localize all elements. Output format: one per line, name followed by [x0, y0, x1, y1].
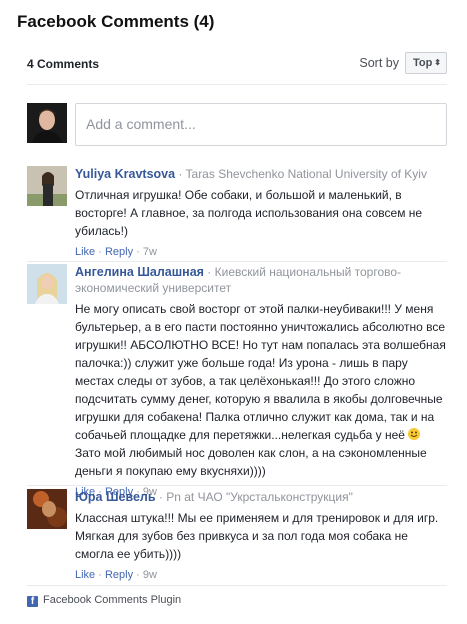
comment-author[interactable]: Ангелина Шалашная [75, 265, 204, 279]
plugin-label[interactable]: Facebook Comments Plugin [43, 594, 181, 606]
action-separator: · [133, 569, 143, 581]
sort-value: Top [413, 57, 433, 69]
comment-author[interactable]: Yuliya Kravtsova [75, 167, 175, 181]
meta-separator: · [155, 490, 167, 504]
sort-dropdown[interactable]: Top ⬍ [405, 52, 447, 74]
comment-affiliation: Taras Shevchenko National University of … [185, 167, 427, 181]
header-divider [27, 84, 447, 85]
comment-affiliation: Pn at ЧАО "Укрстальконструкция" [166, 490, 353, 504]
like-link[interactable]: Like [75, 246, 95, 258]
comment-count: 4 Comments [27, 57, 100, 71]
chevron-updown-icon: ⬍ [434, 58, 441, 67]
avatar[interactable] [27, 264, 67, 304]
comment-author[interactable]: Юра Шевель [75, 490, 156, 504]
comment-divider [27, 261, 447, 262]
comment-time[interactable]: 7w [143, 246, 157, 258]
comments-header: 4 Comments Sort by Top ⬍ [27, 52, 447, 76]
comment-time[interactable]: 9w [143, 569, 157, 581]
meta-separator: · [203, 265, 215, 279]
avatar[interactable] [27, 489, 67, 529]
action-separator: · [95, 246, 105, 258]
plugin-footer[interactable]: f Facebook Comments Plugin [27, 594, 181, 607]
comment-text-part: Не могу описать свой восторг от этой пал… [75, 302, 446, 442]
reply-link[interactable]: Reply [105, 246, 133, 258]
avatar[interactable] [27, 166, 67, 206]
facebook-icon: f [27, 596, 38, 607]
smiley-icon [408, 428, 421, 440]
like-link[interactable]: Like [75, 569, 95, 581]
comment-text: Классная штука!!! Мы ее применяем и для … [75, 511, 439, 561]
sort-label: Sort by [359, 56, 399, 70]
comment-text: Не могу описать свой восторг от этой пал… [75, 300, 447, 480]
reply-link[interactable]: Reply [105, 569, 133, 581]
comment-text: Отличная игрушка! Обе собаки, и большой … [75, 188, 423, 238]
action-separator: · [133, 246, 143, 258]
avatar [27, 103, 67, 143]
comment-text-part: Зато мой любимый нос доволен как слон, а… [75, 446, 427, 478]
meta-separator: · [175, 167, 186, 181]
page-title: Facebook Comments (4) [17, 12, 215, 31]
comment-divider [27, 485, 447, 486]
comment-input[interactable]: Add a comment... [75, 103, 447, 146]
footer-divider [27, 585, 447, 586]
action-separator: · [95, 569, 105, 581]
